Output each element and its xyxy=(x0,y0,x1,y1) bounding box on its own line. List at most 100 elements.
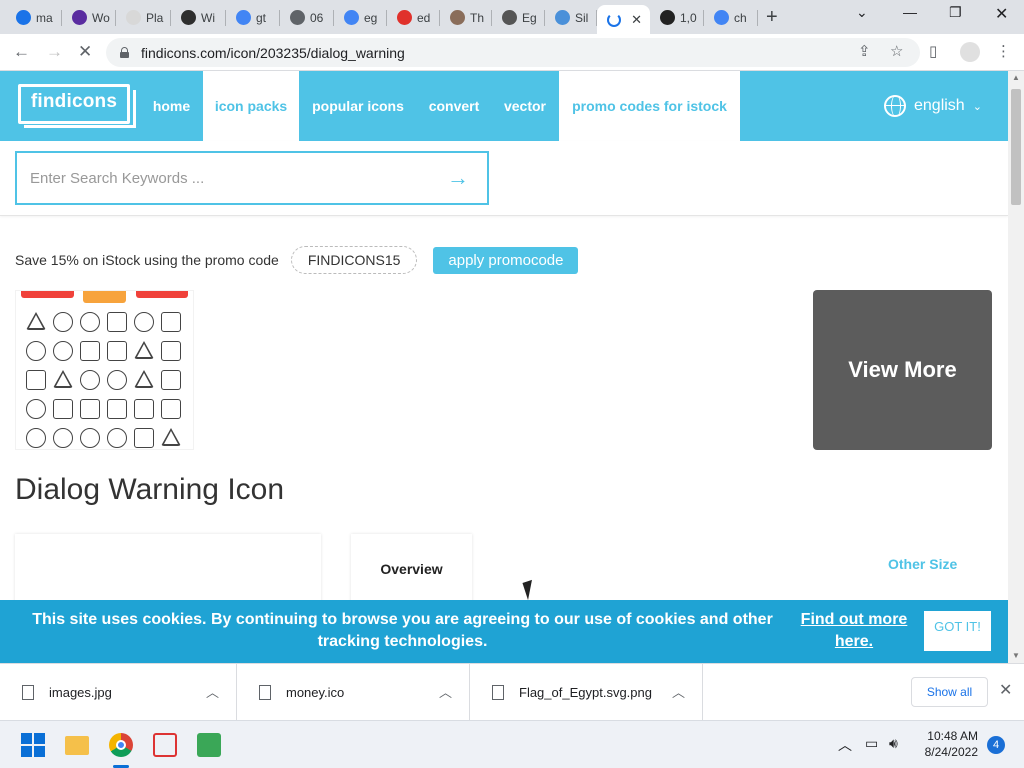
download-item[interactable]: images.jpg ︿ xyxy=(0,664,237,721)
show-all-button[interactable]: Show all xyxy=(911,677,988,707)
forward-arrow-icon[interactable]: → xyxy=(46,42,63,62)
browser-tab[interactable]: Eg xyxy=(492,5,545,30)
warning-glyph-icon xyxy=(161,399,181,419)
chevron-up-icon[interactable]: ︿ xyxy=(439,682,452,701)
nav-item-icon-packs[interactable]: icon packs xyxy=(203,71,299,141)
nav-item-convert[interactable]: convert xyxy=(417,71,491,141)
language-selector[interactable]: english ⌄ xyxy=(884,95,982,117)
clock-time: 10:48 AM xyxy=(927,729,978,743)
tab-title: ed xyxy=(417,10,431,25)
downloads-bar: images.jpg ︿ money.ico ︿ Flag_of_Egypt.svg.p… xyxy=(0,663,1024,721)
promo-code-badge[interactable]: FINDICONS15 xyxy=(290,246,418,274)
lock-icon xyxy=(120,47,129,58)
tab-active[interactable]: ✕ xyxy=(597,5,650,34)
search-input[interactable] xyxy=(30,169,430,187)
system-clock[interactable]: 10:48 AM 8/24/2022 xyxy=(914,728,978,760)
robot-icon xyxy=(181,10,196,25)
browser-tab[interactable]: Th xyxy=(440,5,492,30)
cookie-got-it-button[interactable]: GOT IT! xyxy=(924,611,991,651)
nav-item-home[interactable]: home xyxy=(144,71,199,141)
download-filename: Flag_of_Egypt.svg.png xyxy=(519,685,652,700)
close-downloads-icon[interactable]: ✕ xyxy=(999,680,1012,700)
browser-tab[interactable]: ed xyxy=(387,5,440,30)
new-tab-button[interactable]: + xyxy=(766,6,778,29)
share-icon[interactable]: ⇪ xyxy=(858,42,871,60)
snipping-tool-icon[interactable] xyxy=(153,733,177,757)
nav-item-vector[interactable]: vector xyxy=(491,71,559,141)
cookie-find-out-more-link[interactable]: Find out more here. xyxy=(793,609,915,653)
nav-item-promo-codes-for-istock[interactable]: promo codes for istock xyxy=(559,71,740,141)
scroll-up-icon[interactable]: ▲ xyxy=(1012,73,1020,82)
browser-tab[interactable]: 1,0 xyxy=(650,5,704,30)
apply-promocode-button[interactable]: apply promocode xyxy=(433,246,579,274)
warning-glyph-icon xyxy=(134,399,154,419)
browser-tab[interactable]: ch xyxy=(704,5,758,30)
restore-button[interactable]: ❐ xyxy=(949,4,962,21)
close-window-button[interactable]: ✕ xyxy=(995,4,1008,24)
browser-tab[interactable]: gt xyxy=(226,5,280,30)
language-label: english xyxy=(914,97,965,114)
warning-glyph-icon xyxy=(80,428,100,448)
stop-loading-icon[interactable]: ✕ xyxy=(78,42,92,62)
file-explorer-icon[interactable] xyxy=(65,736,89,755)
warning-glyph-icon xyxy=(80,399,100,419)
bookmark-star-icon[interactable]: ☆ xyxy=(890,42,903,60)
browser-tab[interactable]: Wi xyxy=(171,5,226,30)
findicons-logo[interactable]: findicons xyxy=(18,84,136,128)
edit-logo-icon xyxy=(397,10,412,25)
cookie-banner: This site uses cookies. By continuing to… xyxy=(0,600,1008,663)
warning-glyph-icon xyxy=(26,370,46,390)
browser-tab[interactable]: 06 xyxy=(280,5,334,30)
tab-overview[interactable]: Overview xyxy=(351,534,472,604)
view-more-button[interactable]: View More xyxy=(813,290,992,450)
warning-glyph-icon xyxy=(134,312,154,332)
back-arrow-icon[interactable]: ← xyxy=(13,42,30,62)
google-icon xyxy=(344,10,359,25)
browser-tab[interactable]: Sil xyxy=(545,5,597,30)
windows-start-icon[interactable] xyxy=(21,733,45,757)
network-icon[interactable]: ▭ xyxy=(865,735,878,752)
warning-glyph-icon xyxy=(80,312,100,332)
nav-item-popular-icons[interactable]: popular icons xyxy=(299,71,417,141)
chevron-up-icon[interactable]: ︿ xyxy=(672,682,685,701)
download-item[interactable]: money.ico ︿ xyxy=(237,664,470,721)
warning-glyph-icon xyxy=(107,312,127,332)
warning-glyph-icon xyxy=(161,312,181,332)
tray-chevron-up-icon[interactable]: ︿ xyxy=(838,735,852,755)
search-submit-arrow-icon[interactable]: → xyxy=(447,165,469,191)
icon-pack-preview-image[interactable] xyxy=(15,290,194,450)
browser-tab[interactable]: eg xyxy=(334,5,387,30)
close-tab-icon[interactable]: ✕ xyxy=(631,12,642,28)
s-square-icon xyxy=(660,10,675,25)
chevron-up-icon[interactable]: ︿ xyxy=(206,682,219,701)
warning-glyph-icon xyxy=(53,399,73,419)
clock-date: 8/24/2022 xyxy=(924,745,978,759)
tab-search-chevron-icon[interactable]: ⌄ xyxy=(856,4,868,21)
chrome-icon[interactable] xyxy=(109,733,133,757)
omnibox[interactable]: findicons.com/icon/203235/dialog_warning xyxy=(106,38,920,67)
scroll-down-icon[interactable]: ▼ xyxy=(1012,651,1020,660)
minimize-button[interactable]: — xyxy=(903,4,917,20)
browser-tab[interactable]: ma xyxy=(6,5,62,30)
browser-tab[interactable]: Pla xyxy=(116,5,171,30)
notification-badge[interactable]: 4 xyxy=(987,736,1005,754)
tab-other-size[interactable]: Other Size xyxy=(888,556,957,572)
profile-avatar-icon[interactable] xyxy=(960,42,980,62)
file-icon xyxy=(22,685,34,700)
page-title: Dialog Warning Icon xyxy=(15,473,285,506)
download-filename: images.jpg xyxy=(49,685,112,700)
browser-tab[interactable]: Wo xyxy=(62,5,116,30)
warning-glyph-icon xyxy=(107,341,127,361)
volume-icon[interactable]: 🔊︎ xyxy=(889,735,898,752)
warning-glyph-icon xyxy=(161,428,181,446)
page-scrollbar[interactable]: ▲ ▼ xyxy=(1008,71,1024,663)
download-item[interactable]: Flag_of_Egypt.svg.png ︿ xyxy=(470,664,703,721)
app-icon[interactable] xyxy=(197,733,221,757)
file-icon xyxy=(492,685,504,700)
scrollbar-thumb[interactable] xyxy=(1011,89,1021,205)
warning-glyph-icon xyxy=(53,312,73,332)
tab-title: Sil xyxy=(575,10,589,25)
menu-kebab-icon[interactable]: ⋮ xyxy=(996,42,1011,60)
side-panel-icon[interactable]: ▯ xyxy=(929,42,937,60)
tab-title: eg xyxy=(364,10,378,25)
